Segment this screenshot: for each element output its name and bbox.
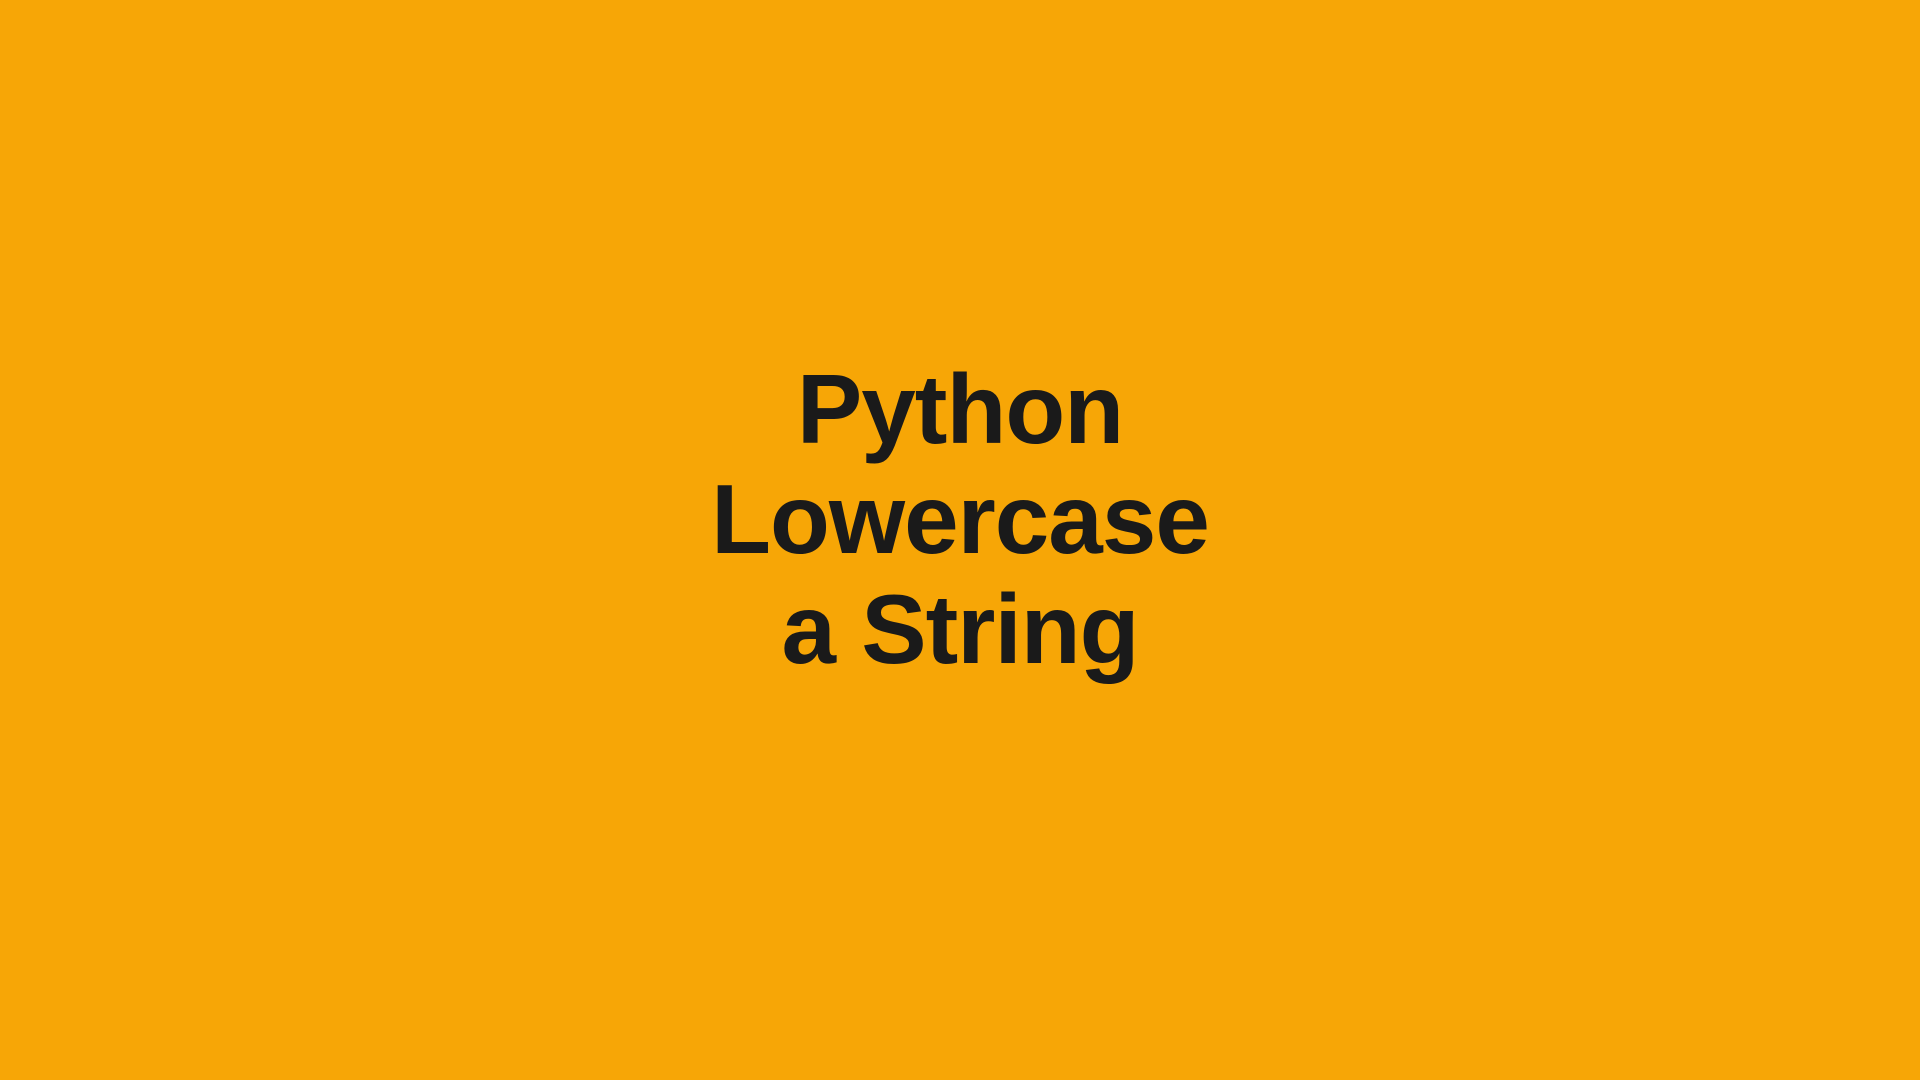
title-line-3: a String [711, 575, 1209, 685]
title-heading: Python Lowercase a String [711, 355, 1209, 684]
title-line-2: Lowercase [711, 465, 1209, 575]
title-line-1: Python [711, 355, 1209, 465]
